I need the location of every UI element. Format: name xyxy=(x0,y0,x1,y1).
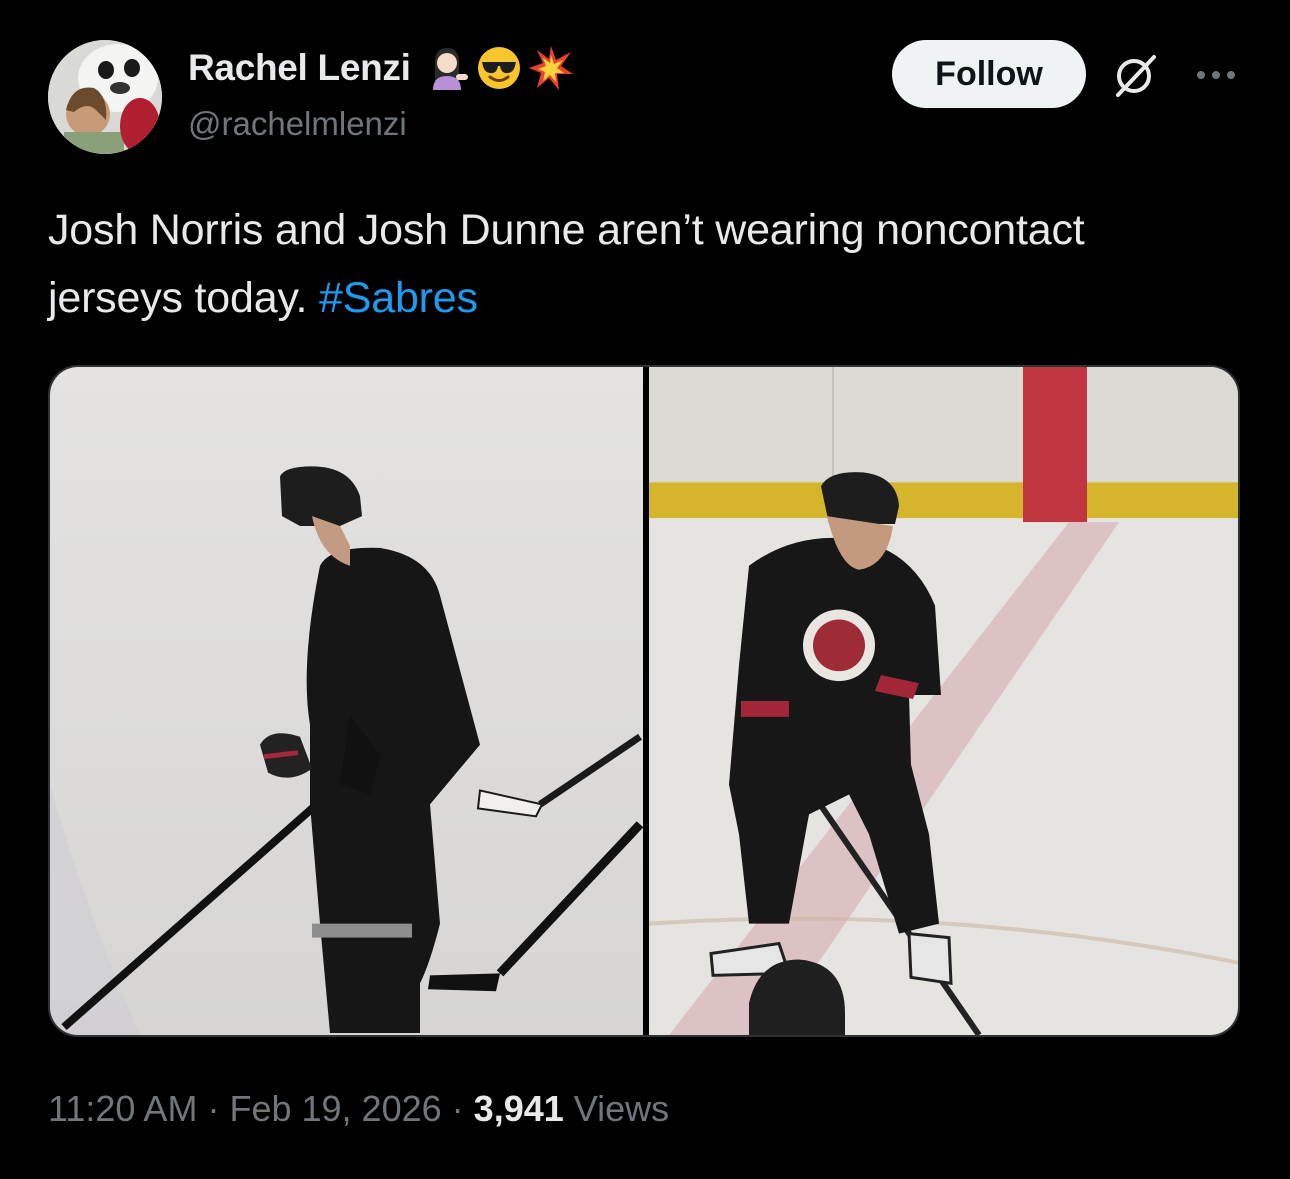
grok-icon[interactable] xyxy=(1110,51,1160,101)
follow-button[interactable]: Follow xyxy=(892,40,1086,108)
meta-separator-2: · xyxy=(451,1088,464,1129)
meta-separator: · xyxy=(207,1088,220,1129)
author-handle[interactable]: @rachelmlenzi xyxy=(188,105,407,143)
photo-right[interactable] xyxy=(649,367,1238,1035)
tweet-body: Josh Norris and Josh Dunne aren’t wearin… xyxy=(48,206,1085,322)
name-emojis xyxy=(423,44,575,92)
photo-left[interactable] xyxy=(50,367,643,1035)
author-display-name[interactable]: Rachel Lenzi xyxy=(188,47,411,89)
views-label: Views xyxy=(573,1088,670,1129)
tweet-date[interactable]: Feb 19, 2026 xyxy=(229,1088,441,1129)
avatar[interactable] xyxy=(48,40,162,154)
collision-icon xyxy=(527,44,575,92)
author-name-row: Rachel Lenzi xyxy=(188,44,575,92)
hashtag-link[interactable]: #Sabres xyxy=(319,274,478,322)
tweet-media[interactable] xyxy=(48,365,1240,1037)
views-count: 3,941 xyxy=(473,1088,564,1129)
sunglasses-face-icon xyxy=(475,44,523,92)
more-icon[interactable] xyxy=(1193,62,1239,88)
tweet-meta: 11:20 AM · Feb 19, 2026 · 3,941 Views xyxy=(48,1088,669,1130)
woman-tipping-hand-icon xyxy=(423,44,471,92)
tweet-text: Josh Norris and Josh Dunne aren’t wearin… xyxy=(48,196,1198,332)
tweet-time[interactable]: 11:20 AM xyxy=(48,1088,197,1129)
